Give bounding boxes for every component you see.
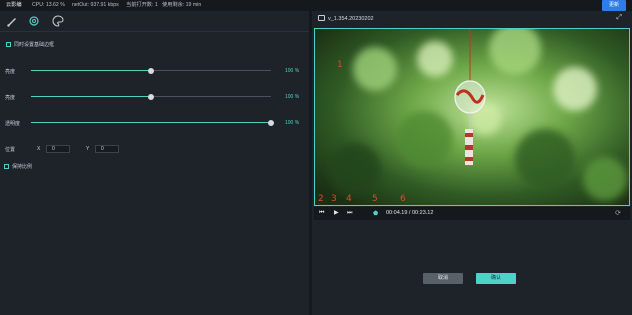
position-label: 位置 (5, 147, 16, 153)
brightness2-knob[interactable] (148, 93, 154, 100)
sync-border-checkbox[interactable] (6, 42, 11, 47)
confirm-button-label: 确认 (490, 275, 501, 281)
preview-panel: v_1.354.20230202 ⤢ 1 2 3 4 5 6 ⏮ ▶ ⏭ ⬟ 0… (312, 11, 632, 315)
opacity-slider[interactable] (31, 119, 274, 126)
properties-panel: 同时设置基础边框 亮度 100 % 亮度 100 % 透明度 100 % 位置 … (0, 11, 309, 315)
keep-ratio-label: 保持比例 (12, 164, 33, 170)
annotation-4: 4 (346, 194, 352, 204)
annotation-6: 6 (400, 194, 406, 204)
confirm-button[interactable]: 确认 (476, 273, 516, 284)
y-value: 0 (101, 146, 104, 152)
brightness2-fill (31, 96, 151, 97)
brush-icon[interactable] (6, 15, 18, 27)
annotation-1: 1 (337, 60, 343, 70)
brightness2-label: 亮度 (5, 95, 16, 101)
loop-icon[interactable]: ⟳ (615, 209, 621, 217)
y-input[interactable]: 0 (95, 145, 119, 153)
timecode: 00:04.19 / 00:23.12 (386, 210, 434, 216)
skip-back-icon[interactable]: ⏮ (319, 210, 324, 217)
x-label: X (37, 146, 41, 152)
cancel-button[interactable]: 取消 (423, 273, 463, 284)
brightness2-slider[interactable] (31, 93, 271, 100)
skip-forward-icon[interactable]: ⏭ (347, 210, 352, 217)
brightness2-value: 100 % (285, 94, 300, 100)
annotation-5: 5 (372, 194, 378, 204)
palette-icon[interactable] (52, 15, 64, 27)
cpu-stat: CPU: 13.62 % (32, 2, 65, 8)
toolbar-divider (0, 31, 309, 32)
play-icon[interactable]: ▶ (334, 210, 339, 217)
net-stat: netOut: 937.91 kbps (72, 2, 119, 8)
x-value: 0 (52, 146, 55, 152)
opacity-fill (31, 122, 271, 123)
cancel-button-label: 取消 (437, 275, 448, 281)
app-name: 云影编 (6, 2, 22, 8)
top-status-bar: 云影编 CPU: 13.62 % netOut: 937.91 kbps 当前打… (0, 0, 632, 11)
x-input[interactable]: 0 (46, 145, 70, 153)
video-frame-image (315, 29, 629, 205)
brightness-label: 亮度 (5, 69, 16, 75)
y-label: Y (86, 146, 90, 152)
keep-ratio-checkbox[interactable] (4, 164, 9, 169)
gear-icon[interactable] (28, 15, 40, 27)
video-preview[interactable]: 1 2 3 4 5 6 (314, 28, 630, 206)
sync-border-label: 同时设置基础边框 (14, 42, 55, 48)
fullscreen-icon[interactable]: ⤢ (616, 14, 622, 22)
annotation-2: 2 (318, 194, 324, 204)
opacity-knob[interactable] (268, 119, 274, 126)
remaining-stat: 使用剩余: 19 min (162, 2, 202, 8)
opacity-value: 100 % (285, 120, 300, 126)
opacity-label: 透明度 (5, 121, 21, 127)
brightness-slider[interactable] (31, 67, 271, 74)
file-name: v_1.354.20230202 (328, 16, 374, 22)
video-file-icon (318, 15, 325, 21)
update-button[interactable]: 更新 (602, 0, 626, 11)
brightness-knob[interactable] (148, 67, 154, 74)
annotation-3: 3 (331, 194, 337, 204)
brightness-fill (31, 70, 151, 71)
brightness-value: 100 % (285, 68, 300, 74)
playback-controls: ⏮ ▶ ⏭ ⬟ 00:04.19 / 00:23.12 ⟳ (314, 207, 630, 220)
update-button-label: 更新 (608, 2, 619, 8)
marker-icon[interactable]: ⬟ (373, 210, 378, 217)
windows-stat: 当前打开数: 1 (126, 2, 158, 8)
